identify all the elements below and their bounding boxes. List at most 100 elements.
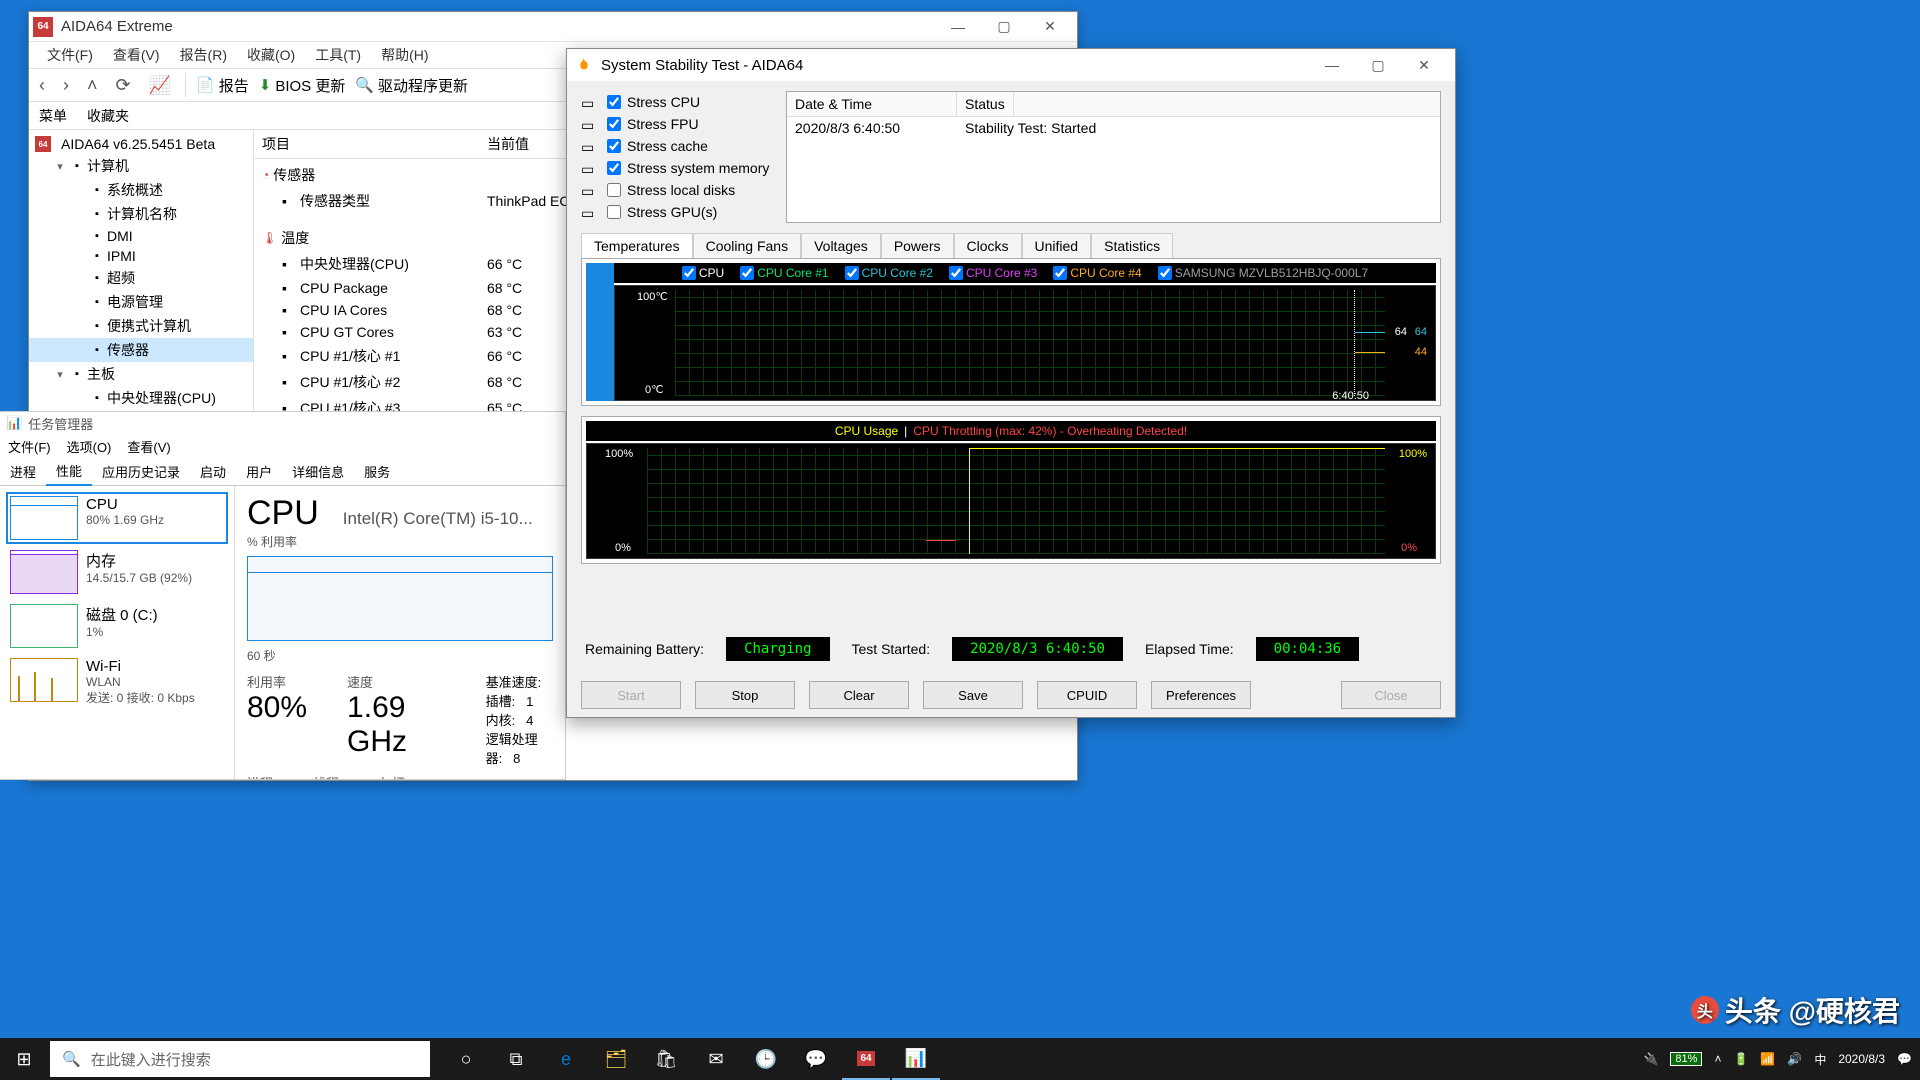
tab-users[interactable]: 用户: [236, 458, 282, 485]
menu-view[interactable]: 查看(V): [103, 43, 170, 67]
preferences-button[interactable]: Preferences: [1151, 681, 1251, 709]
battery-indicator[interactable]: 81%: [1670, 1052, 1702, 1066]
chart-drag-handle[interactable]: [586, 263, 614, 401]
tm-menu-file[interactable]: 文件(F): [8, 437, 51, 456]
mail-icon[interactable]: ✉: [692, 1038, 740, 1080]
aida-titlebar[interactable]: 64 AIDA64 Extreme — ▢ ✕: [29, 12, 1077, 42]
legend-item[interactable]: CPU Core #4: [1053, 266, 1141, 280]
tree-item[interactable]: ▪IPMI: [29, 246, 253, 266]
tree-item[interactable]: ▪中央处理器(CPU): [29, 386, 253, 410]
explorer-icon[interactable]: 🗂: [592, 1038, 640, 1080]
legend-item[interactable]: CPU Core #3: [949, 266, 1037, 280]
driver-update-button[interactable]: 🔍 驱动程序更新: [355, 75, 468, 96]
chart-icon[interactable]: 📈: [145, 73, 175, 98]
wifi-icon[interactable]: 📶: [1760, 1052, 1775, 1066]
notification-icon[interactable]: 💬: [1897, 1052, 1912, 1066]
aida-app-taskbar[interactable]: 64: [842, 1038, 890, 1080]
taskmgr-taskbar[interactable]: 📊: [892, 1038, 940, 1080]
wechat-icon[interactable]: 💬: [792, 1038, 840, 1080]
menu-file[interactable]: 文件(F): [37, 43, 103, 67]
stab-minimize[interactable]: —: [1309, 52, 1355, 78]
tm-card-cpu[interactable]: CPU80% 1.69 GHz: [6, 492, 228, 544]
clear-button[interactable]: Clear: [809, 681, 909, 709]
tab-startup[interactable]: 启动: [190, 458, 236, 485]
clock-icon[interactable]: 🕒: [742, 1038, 790, 1080]
tm-card-wifi[interactable]: Wi-FiWLAN发送: 0 接收: 0 Kbps: [6, 654, 228, 710]
legend-item[interactable]: CPU: [682, 266, 724, 280]
tab-clocks[interactable]: Clocks: [954, 233, 1022, 258]
tab-performance[interactable]: 性能: [46, 457, 92, 486]
tm-menu-view[interactable]: 查看(V): [127, 437, 170, 456]
legend-item[interactable]: SAMSUNG MZVLB512HBJQ-000L7: [1158, 266, 1368, 280]
stress-option[interactable]: ▭ Stress CPU: [581, 91, 776, 113]
tree-item[interactable]: ▪传感器: [29, 338, 253, 362]
tree-item[interactable]: ▾▪主板: [29, 362, 253, 386]
taskmgr-titlebar[interactable]: 📊 任务管理器: [0, 412, 565, 434]
up-icon[interactable]: ˄: [83, 73, 102, 98]
tree-item[interactable]: ▾▪计算机: [29, 154, 253, 178]
stab-maximize[interactable]: ▢: [1355, 52, 1401, 78]
tab-fav[interactable]: 收藏夹: [87, 106, 129, 126]
tree-item[interactable]: ▪系统概述: [29, 178, 253, 202]
back-icon[interactable]: ‹: [35, 73, 49, 98]
cpuid-button[interactable]: CPUID: [1037, 681, 1137, 709]
tm-menu-options[interactable]: 选项(O): [67, 437, 112, 456]
stress-option[interactable]: ▭ Stress system memory: [581, 157, 776, 179]
save-button[interactable]: Save: [923, 681, 1023, 709]
menu-report[interactable]: 报告(R): [170, 43, 237, 67]
menu-fav[interactable]: 收藏(O): [237, 43, 305, 67]
tm-card-memory[interactable]: 内存14.5/15.7 GB (92%): [6, 546, 228, 598]
ime-icon[interactable]: 中: [1814, 1051, 1826, 1068]
stress-option[interactable]: ▭ Stress cache: [581, 135, 776, 157]
bios-update-button[interactable]: ⬇ BIOS 更新: [259, 75, 346, 96]
tree-item[interactable]: ▪电源管理: [29, 290, 253, 314]
clock-date[interactable]: 2020/8/3: [1838, 1052, 1885, 1066]
refresh-icon[interactable]: ⟳: [112, 73, 135, 98]
close-button[interactable]: Close: [1341, 681, 1441, 709]
battery-icon[interactable]: 🔋: [1733, 1052, 1748, 1066]
cortana-icon[interactable]: ○: [442, 1038, 490, 1080]
stress-option[interactable]: ▭ Stress FPU: [581, 113, 776, 135]
tab-services[interactable]: 服务: [354, 458, 400, 485]
tree-item[interactable]: ▪超频: [29, 266, 253, 290]
volume-icon[interactable]: 🔊: [1787, 1052, 1802, 1066]
tab-temperatures[interactable]: Temperatures: [581, 233, 693, 258]
stop-button[interactable]: Stop: [695, 681, 795, 709]
stress-option[interactable]: ▭ Stress local disks: [581, 179, 776, 201]
start-button[interactable]: Start: [581, 681, 681, 709]
tab-processes[interactable]: 进程: [0, 458, 46, 485]
tab-menu[interactable]: 菜单: [39, 106, 67, 126]
tree-root[interactable]: 64 AIDA64 v6.25.5451 Beta: [29, 134, 253, 154]
store-icon[interactable]: 🛍: [642, 1038, 690, 1080]
stab-titlebar[interactable]: System Stability Test - AIDA64 — ▢ ✕: [567, 49, 1455, 81]
legend-item[interactable]: CPU Core #1: [740, 266, 828, 280]
tab-statistics[interactable]: Statistics: [1091, 233, 1173, 258]
close-button[interactable]: ✕: [1027, 14, 1073, 40]
tree-item[interactable]: ▪计算机名称: [29, 202, 253, 226]
tree-item[interactable]: ▪便携式计算机: [29, 314, 253, 338]
tree-item[interactable]: ▪DMI: [29, 226, 253, 246]
stab-close[interactable]: ✕: [1401, 52, 1447, 78]
start-button[interactable]: ⊞: [0, 1038, 48, 1080]
edge-icon[interactable]: e: [542, 1038, 590, 1080]
forward-icon[interactable]: ›: [59, 73, 73, 98]
minimize-button[interactable]: —: [935, 14, 981, 40]
tab-details[interactable]: 详细信息: [282, 458, 354, 485]
tab-voltages[interactable]: Voltages: [801, 233, 881, 258]
tab-unified[interactable]: Unified: [1022, 233, 1092, 258]
menu-tools[interactable]: 工具(T): [305, 43, 371, 67]
power-icon[interactable]: 🔌: [1643, 1052, 1658, 1066]
report-button[interactable]: 📄 报告: [196, 75, 249, 96]
tm-card-disk[interactable]: 磁盘 0 (C:)1%: [6, 600, 228, 652]
taskview-icon[interactable]: ⧉: [492, 1038, 540, 1080]
tab-powers[interactable]: Powers: [881, 233, 954, 258]
maximize-button[interactable]: ▢: [981, 14, 1027, 40]
tab-fans[interactable]: Cooling Fans: [693, 233, 802, 258]
search-box[interactable]: 🔍 在此键入进行搜索: [50, 1041, 430, 1077]
cpu-usage-chart[interactable]: [247, 556, 553, 641]
menu-help[interactable]: 帮助(H): [371, 43, 438, 67]
tab-apphistory[interactable]: 应用历史记录: [92, 458, 190, 485]
tray-expand-icon[interactable]: ˄: [1714, 1052, 1721, 1066]
stress-option[interactable]: ▭ Stress GPU(s): [581, 201, 776, 223]
legend-item[interactable]: CPU Core #2: [845, 266, 933, 280]
